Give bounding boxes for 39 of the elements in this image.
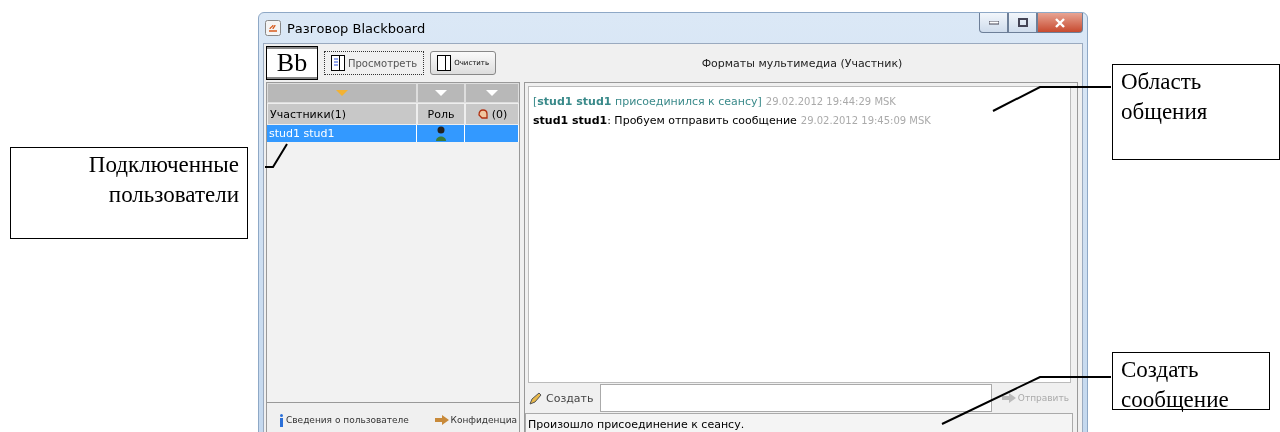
panel-layout-icon [331, 55, 345, 71]
column-header[interactable]: Роль [417, 103, 465, 125]
pencil-icon [529, 391, 542, 405]
chat-message: [stud1 stud1 присоединился к сеансу] 29.02.2012 19:44:29 MSK [533, 95, 897, 108]
chat-message: stud1 stud1: Пробуем отправить сообщение 29.02.2012 19:45:09 MSK [533, 114, 932, 127]
column-header[interactable]: Участники(1) [267, 103, 417, 125]
user-role-icon [434, 126, 447, 141]
info-icon [279, 413, 284, 427]
panel-layout-icon [437, 55, 452, 71]
minimize-icon [988, 20, 999, 25]
raised-hand-icon [476, 108, 489, 120]
panel-caption: Форматы мультимедиа (Участник) [700, 56, 904, 70]
dropdown-arrow-icon [435, 90, 447, 96]
callout-label: Создать сообщение [1112, 352, 1270, 410]
maximize-button[interactable] [1008, 13, 1037, 33]
arrow-icon [1001, 393, 1016, 403]
window-title: Разговор Blackboard [287, 20, 427, 36]
status-bar: Произошло присоединение к сеансу. [525, 413, 1073, 432]
panel-link[interactable]: Конфиденциа [434, 415, 517, 425]
create-button[interactable]: Создать [529, 391, 594, 405]
leader-line [264, 143, 288, 168]
logo: Bb [266, 46, 318, 80]
minimize-button[interactable] [979, 13, 1008, 33]
callout-label: Область общения [1112, 64, 1280, 160]
close-button[interactable] [1037, 13, 1083, 33]
sort-header[interactable] [267, 83, 417, 103]
column-header[interactable]: (0) [465, 103, 519, 125]
message-input[interactable] [599, 384, 992, 412]
toolbar-button[interactable]: Просмотреть [324, 51, 425, 75]
sort-header[interactable] [417, 83, 465, 103]
sort-header[interactable] [465, 83, 519, 103]
arrow-icon [434, 415, 449, 425]
app-icon [265, 20, 281, 36]
dropdown-arrow-icon [336, 90, 348, 96]
panel-link[interactable]: Сведения о пользователе [279, 413, 409, 427]
dropdown-arrow-icon [486, 90, 498, 96]
close-icon [1054, 17, 1066, 28]
callout-label: Подключенные пользователи [10, 147, 248, 239]
maximize-icon [1017, 18, 1028, 27]
